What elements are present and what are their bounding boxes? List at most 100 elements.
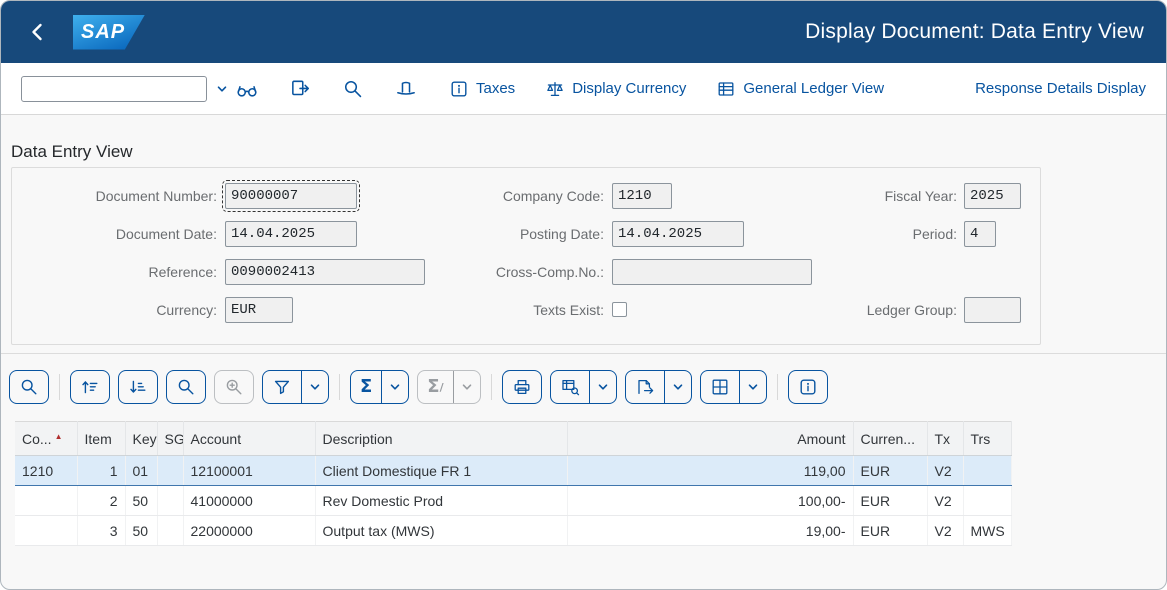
table-cell: EUR (853, 516, 927, 546)
column-header-amount[interactable]: Amount (567, 422, 853, 456)
column-header-curren[interactable]: Curren... (853, 422, 927, 456)
document-date-field[interactable]: 14.04.2025 (225, 221, 357, 247)
export-button[interactable] (625, 370, 692, 404)
chevron-down-icon[interactable] (381, 371, 408, 403)
response-details-display-label: Response Details Display (975, 80, 1146, 97)
magnifier-icon (19, 377, 39, 397)
table-row[interactable]: 121010112100001Client Domestique FR 1119… (15, 456, 1011, 486)
fiscal-year-field[interactable]: 2025 (964, 183, 1021, 209)
display-currency-button[interactable]: Display Currency (545, 79, 686, 99)
table-cell: 3 (77, 516, 125, 546)
choose-detail-button[interactable] (9, 370, 49, 404)
toolbar-separator (59, 374, 60, 400)
sap-window: SAP Display Document: Data Entry View (0, 0, 1167, 590)
table-cell: Output tax (MWS) (315, 516, 567, 546)
filter-button[interactable] (262, 370, 329, 404)
document-date-label: Document Date: (12, 221, 217, 247)
back-icon (26, 20, 50, 44)
chevron-down-icon[interactable] (739, 371, 766, 403)
column-header-co[interactable]: Co...▲ (15, 422, 77, 456)
company-code-label: Company Code: (392, 183, 604, 209)
company-code-field[interactable]: 1210 (612, 183, 672, 209)
select-detail-button[interactable] (340, 76, 366, 102)
column-header-tx[interactable]: Tx (927, 422, 963, 456)
sort-ascending-indicator: ▲ (55, 432, 63, 441)
table-cell: 22000000 (183, 516, 315, 546)
subtotal-icon: Σ/ (418, 371, 452, 403)
cross-comp-no-field[interactable] (612, 259, 812, 285)
chevron-down-icon[interactable] (453, 371, 480, 403)
texts-exist-checkbox[interactable] (612, 302, 627, 317)
document-header-panel: Document Number: 90000007 Company Code: … (11, 167, 1041, 345)
column-header-label: Amount (797, 431, 845, 447)
sort-ascending-icon (80, 377, 100, 397)
document-number-field[interactable]: 90000007 (225, 183, 357, 209)
export-icon (626, 371, 664, 403)
column-header-label: Trs (971, 431, 991, 447)
info-button[interactable] (788, 370, 828, 404)
ledger-group-field[interactable] (964, 297, 1021, 323)
items-table: Co...▲ Item KeySGAccountDescription Amount C… (15, 421, 1012, 546)
info-square-icon (449, 79, 469, 99)
posting-date-field[interactable]: 14.04.2025 (612, 221, 744, 247)
chevron-down-icon[interactable] (301, 371, 328, 403)
currency-field[interactable]: EUR (225, 297, 293, 323)
toolbar-separator (491, 374, 492, 400)
fiscal-year-label: Fiscal Year: (752, 183, 957, 209)
posting-date-label: Posting Date: (392, 221, 604, 247)
back-button[interactable] (23, 17, 53, 47)
sap-logo: SAP (73, 15, 145, 50)
table-cell: 01 (125, 456, 157, 486)
table-row[interactable]: 25041000000Rev Domestic Prod100,00-EURV2 (15, 486, 1011, 516)
grid-toolbar: Σ Σ/ (9, 369, 836, 405)
views-icon (551, 371, 589, 403)
sort-ascending-button[interactable] (70, 370, 110, 404)
cross-comp-no-label: Cross-Comp.No.: (392, 259, 604, 285)
separator-line (1, 353, 1166, 354)
magnifier-icon (342, 78, 364, 100)
section-heading: Data Entry View (11, 142, 133, 162)
chevron-down-icon[interactable] (664, 371, 691, 403)
views-button[interactable] (550, 370, 617, 404)
layout-grid-icon (701, 371, 739, 403)
command-input[interactable] (22, 77, 210, 101)
column-header-label: Item (85, 431, 112, 447)
response-details-display-button[interactable]: Response Details Display (975, 80, 1146, 97)
find-next-button[interactable] (214, 370, 254, 404)
table-cell: 1 (77, 456, 125, 486)
table-cell: 41000000 (183, 486, 315, 516)
table-cell: 1210 (15, 456, 77, 486)
titlebar: SAP Display Document: Data Entry View (1, 1, 1166, 63)
layout-button[interactable] (700, 370, 767, 404)
sum-icon: Σ (351, 371, 381, 403)
general-ledger-view-button[interactable]: General Ledger View (716, 79, 884, 99)
column-header-label: Tx (935, 431, 951, 447)
table-row[interactable]: 35022000000Output tax (MWS)19,00-EURV2MW… (15, 516, 1011, 546)
column-header-key[interactable]: Key (125, 422, 157, 456)
sort-descending-button[interactable] (118, 370, 158, 404)
period-field[interactable]: 4 (964, 221, 996, 247)
table-cell: 100,00- (567, 486, 853, 516)
document-header-button[interactable] (393, 76, 419, 102)
document-number-label: Document Number: (12, 183, 217, 209)
find-button[interactable] (166, 370, 206, 404)
subtotal-button[interactable]: Σ/ (417, 370, 480, 404)
column-header-sg[interactable]: SG (157, 422, 183, 456)
table-cell: EUR (853, 456, 927, 486)
display-change-button[interactable] (234, 76, 260, 102)
chevron-down-icon[interactable] (210, 83, 234, 95)
column-header-description[interactable]: Description (315, 422, 567, 456)
chevron-down-icon[interactable] (589, 371, 616, 403)
column-header-item[interactable]: Item (77, 422, 125, 456)
command-field[interactable] (21, 76, 207, 102)
column-header-account[interactable]: Account (183, 422, 315, 456)
column-header-trs[interactable]: Trs (963, 422, 1011, 456)
table-cell (157, 486, 183, 516)
column-header-label: Key (133, 431, 157, 447)
taxes-button[interactable]: Taxes (449, 79, 515, 99)
other-document-button[interactable] (287, 76, 313, 102)
total-button[interactable]: Σ (350, 370, 409, 404)
column-header-label: Co... (22, 431, 52, 447)
currency-label: Currency: (12, 297, 217, 323)
print-button[interactable] (502, 370, 542, 404)
